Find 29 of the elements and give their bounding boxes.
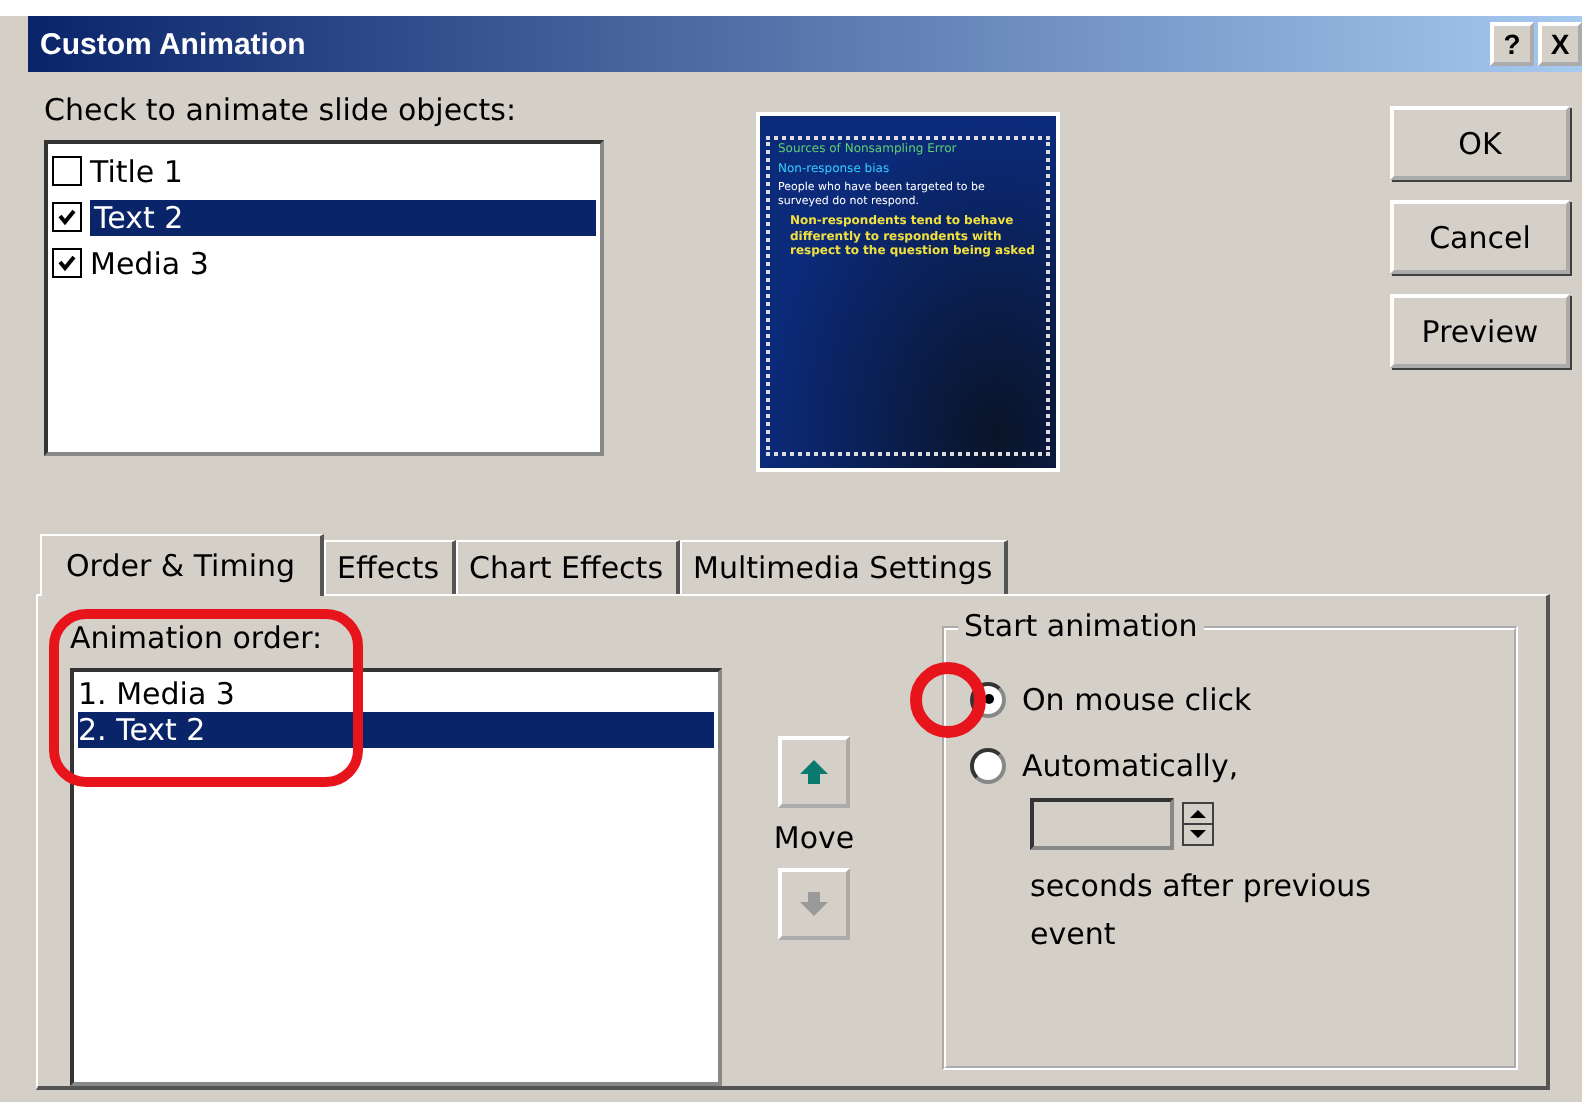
tab[interactable]: Multimedia Settings: [679, 540, 1009, 594]
dialog-button[interactable]: Cancel: [1390, 200, 1570, 274]
window-title: Custom Animation: [40, 27, 306, 61]
checkbox[interactable]: [52, 202, 82, 232]
seconds-caption: seconds after previous event: [1030, 866, 1373, 956]
spinner[interactable]: [1182, 802, 1214, 846]
tab[interactable]: Chart Effects: [455, 540, 680, 594]
objects-label: Check to animate slide objects:: [44, 92, 519, 128]
move-label: Move: [773, 820, 855, 856]
checkbox[interactable]: [52, 156, 82, 186]
radio-label[interactable]: On mouse click: [1022, 681, 1252, 717]
up-arrow-icon: [800, 760, 828, 784]
radio-label[interactable]: Automatically,: [1022, 747, 1239, 783]
move-up-button[interactable]: [778, 736, 850, 808]
order-item[interactable]: 2. Text 2: [78, 712, 714, 748]
help-button[interactable]: ?: [1490, 22, 1534, 66]
tab[interactable]: Effects: [323, 540, 456, 594]
radio-button[interactable]: [970, 747, 1006, 783]
down-arrow-icon: [800, 892, 828, 916]
object-item[interactable]: Media 3: [52, 240, 596, 286]
animation-order-label: Animation order:: [70, 620, 325, 656]
object-item[interactable]: Title 1: [52, 148, 596, 194]
dialog-button[interactable]: Preview: [1390, 294, 1570, 368]
dialog-button[interactable]: OK: [1390, 106, 1570, 180]
close-button[interactable]: X: [1538, 22, 1582, 66]
checkbox[interactable]: [52, 248, 82, 278]
highlight-ring: [908, 660, 988, 740]
tab[interactable]: Order & Timing: [40, 534, 324, 596]
order-item[interactable]: 1. Media 3: [78, 676, 714, 712]
